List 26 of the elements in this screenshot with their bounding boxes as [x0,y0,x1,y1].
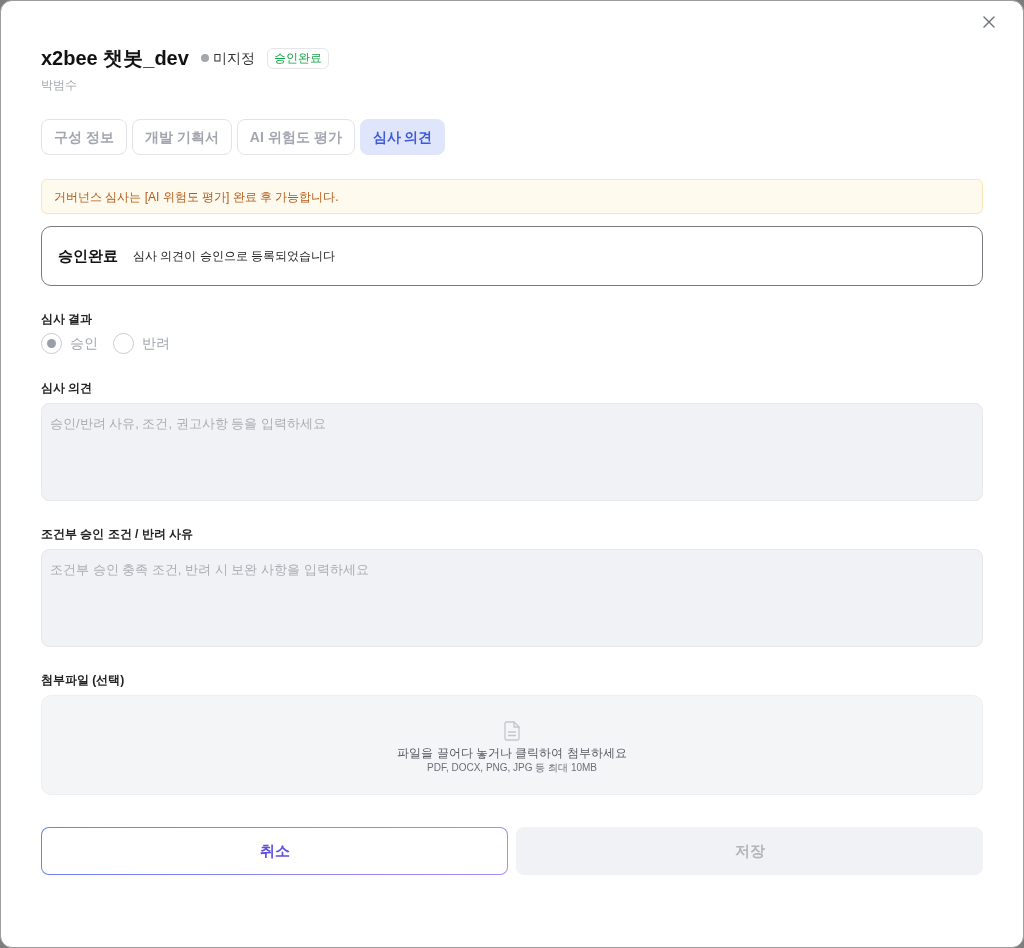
close-icon[interactable] [983,16,995,28]
tab[interactable]: 구성 정보 [41,119,127,155]
tab[interactable]: AI 위험도 평가 [236,119,355,155]
drop-hint: PDF, DOCX, PNG, JPG 등 최대 10MB [427,761,597,775]
drop-prompt: 파일을 끌어다 놓거나 클릭하여 첨부하세요 [397,745,627,761]
field-label: 조건부 승인 조건 / 반려 사유 [41,526,193,542]
document-icon [504,721,520,741]
file-drop-zone[interactable]: 파일을 끌어다 놓거나 클릭하여 첨부하세요 PDF, DOCX, PNG, JPG 등 최대 10MB [41,695,983,795]
tab[interactable]: 심사 의견 [359,119,446,155]
status-badge: 승인완료 [266,47,329,69]
field-label: 심사 의견 [41,380,93,396]
result-status: 승인완료 [58,245,118,266]
tab[interactable]: 개발 기획서 [131,119,232,155]
status-dot-icon [200,54,209,62]
warning-notice: 거버넌스 심사는 [AI 위험도 평가] 완료 후 가능합니다. [41,179,983,214]
field-label: 심사 결과 [41,311,93,327]
field-label: 첨부파일 (선택) [41,672,125,688]
text-area[interactable]: 조건부 승인 충족 조건, 반려 시 보완 사항을 입력하세요 [41,549,983,647]
result-message: 심사 의견이 승인으로 등록되었습니다 [133,248,335,265]
text-area[interactable]: 승인/반려 사유, 조건, 권고사항 등을 입력하세요 [41,403,983,501]
status-text: 미지정 [212,48,255,68]
owner-name: 박범수 [41,77,77,93]
radio-label: 승인 [70,334,98,353]
radio-label: 반려 [142,334,170,353]
dialog-title: x2bee 챗봇_dev [41,46,189,71]
cancel-button[interactable]: 취소 [41,827,508,875]
